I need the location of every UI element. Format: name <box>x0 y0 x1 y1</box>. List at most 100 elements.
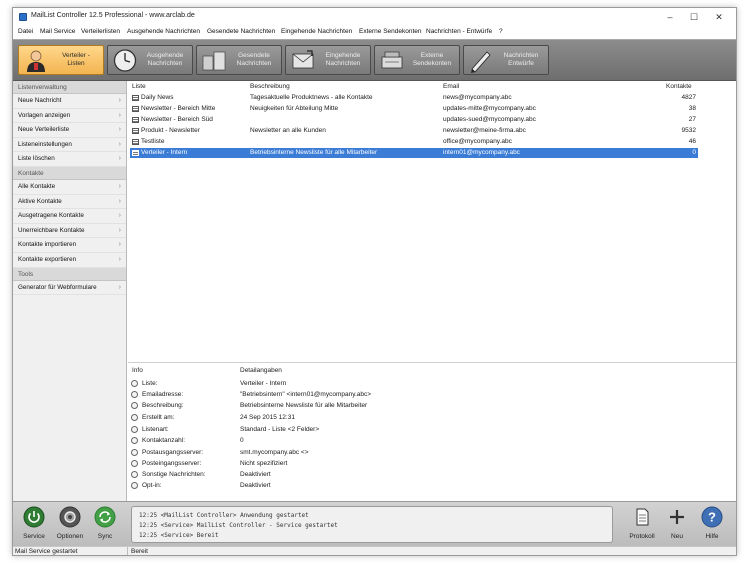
sidebar-item-kontakte-importieren[interactable]: Kontakte importieren › <box>13 238 126 253</box>
detail-label: Posteingangsserver: <box>142 460 202 467</box>
detail-value: Betriebsinterne Newsliste für alle Mitar… <box>240 402 368 409</box>
table-row-selected[interactable]: Verteiler - Intern Betriebsinterne Newsl… <box>130 148 698 158</box>
sidebar-item-liste-loeschen[interactable]: Liste löschen › <box>13 152 126 167</box>
detail-value: 24 Sep 2015 12:31 <box>240 414 295 421</box>
protocol-button[interactable]: Protokoll <box>623 506 661 544</box>
help-button[interactable]: ? Hilfe <box>693 506 731 544</box>
detail-row: Beschreibung: Betriebsinterne Newsliste f… <box>130 401 730 412</box>
chevron-right-icon: › <box>118 126 121 134</box>
sync-icon <box>94 506 116 528</box>
bottom-bar: Service Optionen Sync 12:25 <MailList Co… <box>13 501 736 546</box>
toolbar-label: Externe Sendekonten <box>412 52 452 67</box>
detail-label: Liste: <box>142 380 158 387</box>
sidebar-item-unerreichbare-kontakte[interactable]: Unerreichbare Kontakte › <box>13 224 126 239</box>
detail-row: Sonstige Nachrichten: Deaktiviert <box>130 470 730 481</box>
sidebar-item-webformular-generator[interactable]: Generator für Webformulare › <box>13 281 126 296</box>
service-button[interactable]: Service <box>15 506 53 544</box>
detail-value: Standard - Liste <2 Felder> <box>240 426 320 433</box>
toolbar-gesendete-button[interactable]: Gesendete Nachrichten <box>196 45 282 75</box>
cell-email: intern01@mycompany.abc <box>443 149 520 156</box>
sidebar-item-label: Listeneinstellungen <box>18 140 72 148</box>
menu-mail-service[interactable]: Mail Service <box>40 28 75 35</box>
table-row[interactable]: Daily News Tagesaktuelle Produktnews - a… <box>130 93 698 103</box>
toolbar-entwuerfe-button[interactable]: Nachrichten Entwürfe <box>463 45 549 75</box>
sidebar-item-label: Unerreichbare Kontakte <box>18 226 85 234</box>
sidebar-item-kontakte-exportieren[interactable]: Kontakte exportieren › <box>13 253 126 268</box>
detail-value: "Betriebsintern" <intern01@mycompany.abc… <box>240 391 372 398</box>
toolbar-label: Gesendete Nachrichten <box>236 52 272 67</box>
chevron-right-icon: › <box>118 226 121 234</box>
detail-row: Listenart: Standard - Liste <2 Felder> <box>130 425 730 436</box>
main-toolbar: Verteiler - Listen Ausgehende Nachrichte… <box>13 39 736 81</box>
title-bar: MailList Controller 12.5 Professional - … <box>13 8 736 26</box>
sync-button[interactable]: Sync <box>86 506 124 544</box>
detail-label: Kontaktanzahl: <box>142 437 186 444</box>
menu-verteilerlisten[interactable]: Verteilerlisten <box>81 28 120 35</box>
cell-email: updates-mitte@mycompany.abc <box>443 105 536 112</box>
chevron-right-icon: › <box>118 182 121 190</box>
table-row[interactable]: Newsletter - Bereich Süd updates-sued@my… <box>130 115 698 125</box>
service-label: Service <box>23 533 45 540</box>
info-icon <box>131 402 138 409</box>
log-line: 12:25 <Service> Bereit <box>139 532 219 539</box>
menu-help[interactable]: ? <box>499 28 503 35</box>
menu-externe[interactable]: Externe Sendekonten <box>359 28 422 35</box>
chevron-right-icon: › <box>118 255 121 263</box>
detail-value: 0 <box>240 437 244 444</box>
detail-label: Postausgangsserver: <box>142 449 204 456</box>
sidebar-item-label: Liste löschen <box>18 155 55 163</box>
detail-value: Deaktiviert <box>240 482 271 489</box>
close-button[interactable]: ✕ <box>708 10 730 24</box>
sync-label: Sync <box>97 533 113 540</box>
sidebar-item-neue-nachricht[interactable]: Neue Nachricht › <box>13 94 126 109</box>
sidebar-item-label: Generator für Webformulare <box>18 283 97 291</box>
table-row[interactable]: Produkt - Newsletter Newsletter an alle … <box>130 126 698 136</box>
column-header-email[interactable]: Email <box>443 83 459 90</box>
sidebar-item-neue-verteilerliste[interactable]: Neue Verteilerliste › <box>13 123 126 138</box>
server-icon <box>381 51 403 69</box>
toolbar-verteilerlisten-button[interactable]: Verteiler - Listen <box>18 45 104 75</box>
cell-kontakte: 9532 <box>681 127 696 134</box>
column-header-beschreibung[interactable]: Beschreibung <box>250 83 290 90</box>
menu-ausgehende[interactable]: Ausgehende Nachrichten <box>127 28 200 35</box>
sidebar-item-label: Neue Nachricht <box>18 97 62 104</box>
detail-label: Erstellt am: <box>142 414 175 421</box>
sidebar-item-ausgetragene-kontakte[interactable]: Ausgetragene Kontakte › <box>13 209 126 224</box>
sidebar-item-listeneinstellungen[interactable]: Listeneinstellungen › <box>13 138 126 153</box>
log-line: 12:25 <MailList Controller> Anwendung ge… <box>139 512 309 519</box>
detail-row: Postausgangsserver: smt.mycompany.abc <> <box>130 448 730 459</box>
column-header-kontakte[interactable]: Kontakte <box>666 83 692 90</box>
menu-entwuerfe[interactable]: Nachrichten - Entwürfe <box>426 28 492 35</box>
options-button[interactable]: Optionen <box>51 506 89 544</box>
table-row[interactable]: Testliste office@mycompany.abc 46 <box>130 137 698 147</box>
sidebar: Listenverwaltung Neue Nachricht › Vorlage… <box>13 81 127 501</box>
sidebar-item-alle-kontakte[interactable]: Alle Kontakte › <box>13 180 126 195</box>
toolbar-externe-button[interactable]: Externe Sendekonten <box>374 45 460 75</box>
sidebar-item-aktive-kontakte[interactable]: Aktive Kontakte › <box>13 195 126 210</box>
info-icon <box>131 380 138 387</box>
window-title: MailList Controller 12.5 Professional - … <box>31 12 195 19</box>
minimize-button[interactable]: – <box>659 10 681 24</box>
column-header-liste[interactable]: Liste <box>132 83 146 90</box>
chevron-right-icon: › <box>118 140 121 148</box>
toolbar-label: Eingehende Nachrichten <box>325 52 361 67</box>
cell-liste: Daily News <box>141 94 174 101</box>
detail-value: Nicht spezifiziert <box>240 460 288 467</box>
table-row[interactable]: Newsletter - Bereich Mitte Neuigkeiten f… <box>130 104 698 114</box>
sidebar-item-vorlagen[interactable]: Vorlagen anzeigen › <box>13 109 126 124</box>
toolbar-ausgehende-button[interactable]: Ausgehende Nachrichten <box>107 45 193 75</box>
menu-gesendete[interactable]: Gesendete Nachrichten <box>207 28 275 35</box>
menu-datei[interactable]: Datei <box>18 28 33 35</box>
toolbar-eingehende-button[interactable]: Eingehende Nachrichten <box>285 45 371 75</box>
maximize-button[interactable]: ☐ <box>683 10 705 24</box>
menu-eingehende[interactable]: Eingehende Nachrichten <box>281 28 352 35</box>
detail-label: Sonstige Nachrichten: <box>142 471 206 478</box>
new-label: Neu <box>671 533 683 540</box>
cell-beschreibung: Betriebsinterne Newsliste für alle Mitar… <box>250 149 378 156</box>
toolbar-label: Nachrichten Entwürfe <box>503 52 539 67</box>
chevron-right-icon: › <box>118 111 121 119</box>
new-button[interactable]: Neu <box>658 506 696 544</box>
cell-beschreibung: Newsletter an alle Kunden <box>250 127 326 134</box>
status-ready: Bereit <box>131 548 148 555</box>
pen-icon <box>471 51 491 73</box>
